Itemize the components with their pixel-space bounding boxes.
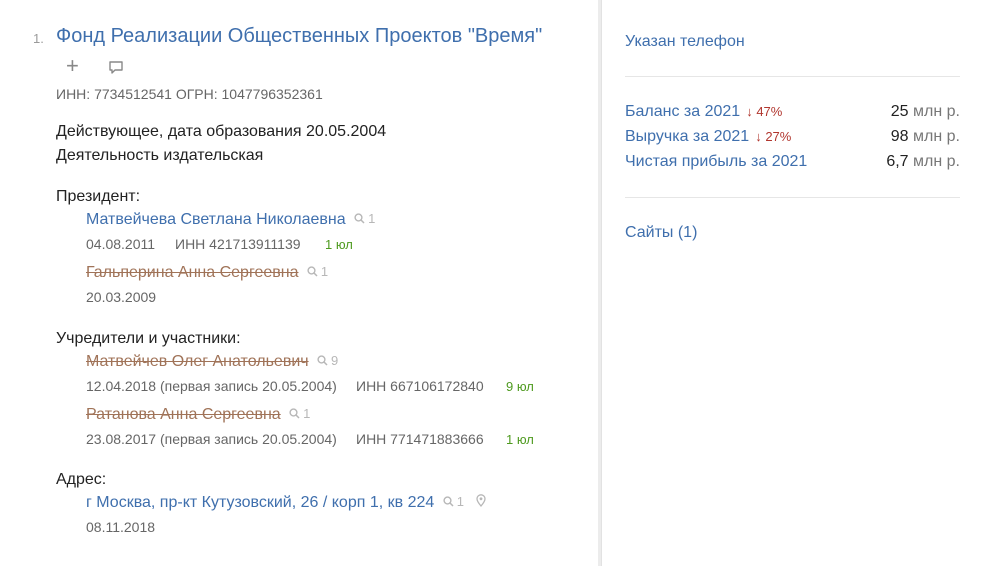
founder-date: 12.04.2018 (первая запись 20.05.2004): [86, 378, 337, 394]
founder-date: 23.08.2017 (первая запись 20.05.2004): [86, 431, 337, 447]
search-icon[interactable]: 1: [443, 494, 464, 509]
finance-row-revenue: Выручка за 2021 ↓ 27%: [625, 128, 791, 146]
company-card: 1. Фонд Реализации Общественных Проектов…: [0, 0, 598, 566]
finance-unit: млн р.: [913, 153, 960, 170]
search-count: 1: [303, 406, 311, 421]
arrow-down-icon: ↓ 27%: [755, 129, 792, 144]
finance-row-balance: Баланс за 2021 ↓ 47%: [625, 103, 782, 121]
search-icon[interactable]: 1: [354, 211, 375, 226]
company-activity: Деятельность издательская: [56, 147, 264, 164]
finance-value: 98: [890, 128, 909, 145]
company-name-link[interactable]: Фонд Реализации Общественных Проектов "В…: [56, 25, 542, 48]
president-current-row: Матвейчева Светлана Николаевна 1: [86, 211, 375, 229]
company-status: Действующее, дата образования 20.05.2004: [56, 123, 387, 140]
president-current-inn: ИНН 421713911139: [175, 236, 301, 252]
founder-name[interactable]: Матвейчев Олег Анатольевич: [86, 353, 309, 370]
sidebar-divider: [625, 76, 960, 77]
map-pin-icon[interactable]: [476, 494, 487, 512]
address-date: 08.11.2018: [86, 519, 156, 535]
finance-trend: 27%: [765, 129, 792, 144]
finance-unit: млн р.: [913, 103, 960, 120]
president-former-name[interactable]: Гальперина Анна Сергеевна: [86, 264, 298, 281]
president-current-date: 04.08.2011: [86, 236, 156, 252]
plus-icon[interactable]: +: [66, 54, 79, 78]
president-former-row: Гальперина Анна Сергеевна 1: [86, 264, 328, 282]
search-count: 1: [456, 494, 464, 510]
search-count: 1: [368, 211, 376, 226]
search-icon[interactable]: 9: [317, 353, 338, 368]
founder-row: Ратанова Анна Сергеевна 1: [86, 406, 310, 424]
result-index: 1.: [33, 31, 44, 46]
company-ids: ИНН: 7734512541 ОГРН: 1047796352361: [56, 86, 323, 102]
finance-label[interactable]: Чистая прибыль за 2021: [625, 153, 807, 170]
finance-trend: 47%: [756, 104, 783, 119]
finance-value: 6,7: [886, 153, 909, 170]
arrow-down-icon: ↓ 47%: [746, 104, 783, 119]
search-count: 1: [320, 264, 329, 279]
finance-label[interactable]: Баланс за 2021: [625, 103, 740, 120]
sites-link[interactable]: Сайты (1): [625, 224, 697, 242]
address-link[interactable]: г Москва, пр-кт Кутузовский, 26 / корп 1…: [86, 494, 434, 511]
founder-inn: ИНН 771471883666: [356, 431, 484, 447]
president-heading: Президент:: [56, 188, 141, 205]
search-count: 9: [331, 353, 339, 368]
founder-name[interactable]: Ратанова Анна Сергеевна: [86, 406, 281, 423]
finance-unit: млн р.: [913, 128, 960, 145]
finance-row-profit: Чистая прибыль за 2021: [625, 153, 807, 171]
finance-value: 25: [890, 103, 909, 120]
president-current-name[interactable]: Матвейчева Светлана Николаевна: [86, 211, 346, 228]
address-row: г Москва, пр-кт Кутузовский, 26 / корп 1…: [86, 494, 487, 512]
finance-label[interactable]: Выручка за 2021: [625, 128, 749, 145]
founder-inn: ИНН 667106172840: [356, 378, 484, 394]
address-heading: Адрес:: [56, 471, 107, 488]
founder-legal-count[interactable]: 1 юл: [506, 432, 534, 447]
sidebar-panel: [601, 0, 1000, 566]
founders-heading: Учредители и участники:: [56, 330, 241, 347]
search-icon[interactable]: 1: [307, 264, 328, 279]
phone-link[interactable]: Указан телефон: [625, 33, 745, 51]
founder-row: Матвейчев Олег Анатольевич 9: [86, 353, 338, 371]
finance-value-balance: 25 млн р.: [891, 103, 960, 121]
comment-icon[interactable]: [108, 60, 124, 80]
finance-value-revenue: 98 млн р.: [891, 128, 960, 146]
president-former-date: 20.03.2009: [86, 289, 157, 305]
sidebar-divider: [625, 197, 960, 198]
search-icon[interactable]: 1: [289, 406, 310, 421]
president-current-legal-count[interactable]: 1 юл: [325, 237, 353, 252]
founder-legal-count[interactable]: 9 юл: [506, 379, 534, 394]
finance-value-profit: 6,7 млн р.: [886, 153, 960, 171]
